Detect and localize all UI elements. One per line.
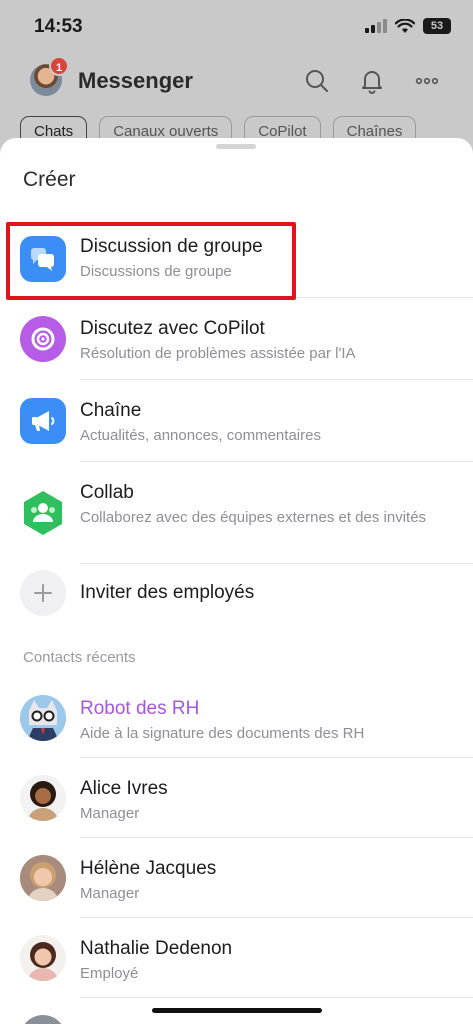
invite-title: Inviter des employés [80,582,255,603]
collab-title: Collab [80,482,134,503]
status-bar: 14:53 53 [0,0,473,56]
megaphone-icon [20,398,66,444]
avatar [20,775,66,821]
app-header: 1 Messenger [0,56,473,106]
sheet-title: Créer [23,168,76,191]
collab-subtitle: Collaborez avec des équipes externes et … [80,509,427,526]
create-sheet: Créer Discussion de groupe Discussions d… [0,138,473,1024]
contact-item[interactable]: Robot des RH Aide à la signature des doc… [0,678,473,758]
avatar [20,935,66,981]
copilot-icon [20,316,66,362]
status-icons: 53 [365,18,451,34]
create-channel-item[interactable]: Chaîne Actualités, annonces, commentaire… [0,380,473,462]
bell-icon[interactable] [359,68,385,94]
notification-badge: 1 [49,56,69,76]
contact-item[interactable]: Nathalie Dedenon Employé [0,918,473,998]
battery-icon: 53 [423,18,451,34]
contact-name: Alice Ivres [80,778,168,799]
contact-name: Nathalie Dedenon [80,938,233,959]
recent-contacts-label: Contacts récents [23,649,136,666]
invite-employees-item[interactable]: Inviter des employés [0,564,473,626]
more-icon[interactable] [414,68,440,94]
copilot-subtitle: Résolution de problèmes assistée par l'I… [80,345,356,362]
channel-subtitle: Actualités, annonces, commentaires [80,427,321,444]
contact-name: Hélène Jacques [80,858,217,879]
avatar [20,1015,66,1024]
search-icon[interactable] [304,68,330,94]
avatar [20,855,66,901]
plus-icon [20,570,66,616]
contact-role: Employé [80,965,139,982]
signal-icon [365,19,387,33]
copilot-title: Discutez avec CoPilot [80,318,265,339]
home-indicator[interactable] [152,1008,322,1013]
contact-role: Manager [80,805,140,822]
sheet-grabber[interactable] [216,144,256,149]
contact-item[interactable]: Hélène Jacques Manager [0,838,473,918]
avatar [20,695,66,741]
app-title: Messenger [78,68,193,93]
wifi-icon [395,18,415,33]
contact-role: Aide à la signature des documents des RH [80,725,365,742]
contact-role: Manager [80,885,140,902]
channel-title: Chaîne [80,400,142,421]
highlight-annotation [6,222,296,300]
status-time: 14:53 [34,16,83,37]
create-copilot-item[interactable]: Discutez avec CoPilot Résolution de prob… [0,298,473,380]
collab-icon [20,490,66,536]
contact-item[interactable]: Alice Ivres Manager [0,758,473,838]
contact-name: Robot des RH [80,698,200,719]
create-collab-item[interactable]: Collab Collaborez avec des équipes exter… [0,462,473,564]
